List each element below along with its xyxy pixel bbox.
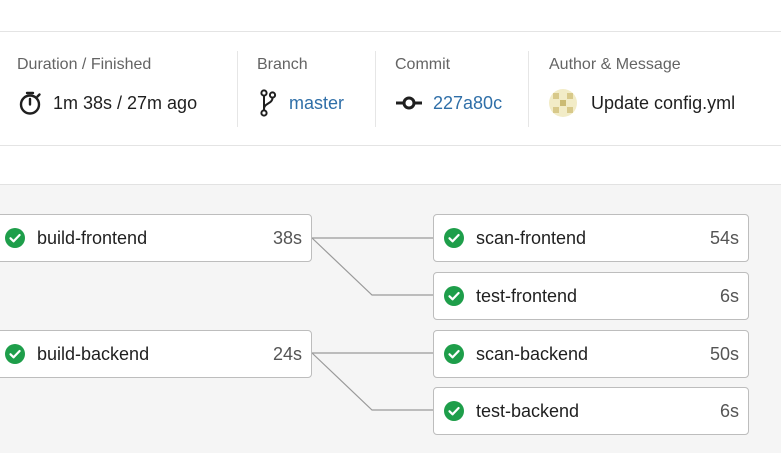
commit-label: Commit — [395, 56, 451, 73]
success-check-icon — [444, 344, 464, 364]
job-duration: 54s — [709, 227, 739, 248]
success-check-icon — [5, 228, 25, 248]
duration-label: Duration / Finished — [17, 56, 152, 73]
job-test-backend[interactable]: test-backend 6s — [433, 387, 749, 435]
branch-link[interactable]: master — [289, 93, 344, 114]
pipeline-summary: Duration / Finished 1m 38s / 27m ago Bra… — [0, 32, 781, 146]
author-label: Author & Message — [549, 56, 681, 73]
success-check-icon — [444, 401, 464, 421]
divider — [528, 51, 529, 127]
job-build-frontend[interactable]: build-frontend 38s — [0, 214, 312, 262]
job-duration: 38s — [272, 227, 302, 248]
top-bar — [0, 0, 781, 32]
job-name: test-backend — [476, 400, 580, 421]
job-duration: 24s — [272, 343, 302, 364]
duration-value-row: 1m 38s / 27m ago — [17, 90, 197, 116]
divider — [237, 51, 238, 127]
branch-label: Branch — [257, 56, 308, 73]
job-scan-backend[interactable]: scan-backend 50s — [433, 330, 749, 378]
duration-value: 1m 38s / 27m ago — [53, 92, 198, 113]
job-scan-frontend[interactable]: scan-frontend 54s — [433, 214, 749, 262]
job-build-backend[interactable]: build-backend 24s — [0, 330, 312, 378]
job-name: test-frontend — [476, 285, 578, 306]
job-duration: 6s — [719, 285, 739, 306]
spacer — [0, 147, 781, 184]
job-duration: 6s — [719, 400, 739, 421]
branch-icon — [257, 88, 279, 118]
success-check-icon — [444, 286, 464, 306]
avatar[interactable] — [549, 89, 577, 117]
job-test-frontend[interactable]: test-frontend 6s — [433, 272, 749, 320]
commit-icon — [395, 96, 423, 110]
success-check-icon — [5, 344, 25, 364]
job-name: scan-backend — [476, 343, 589, 364]
branch-value-row: master — [257, 88, 344, 118]
job-duration: 50s — [709, 343, 739, 364]
author-value-row: Update config.yml — [549, 89, 736, 117]
job-name: build-backend — [37, 343, 150, 364]
success-check-icon — [444, 228, 464, 248]
job-name: scan-frontend — [476, 227, 587, 248]
commit-value-row: 227a80c — [395, 90, 502, 116]
job-name: build-frontend — [37, 227, 148, 248]
commit-link[interactable]: 227a80c — [433, 93, 502, 114]
commit-message: Update config.yml — [591, 92, 736, 113]
stopwatch-icon — [17, 90, 43, 116]
divider — [375, 51, 376, 127]
